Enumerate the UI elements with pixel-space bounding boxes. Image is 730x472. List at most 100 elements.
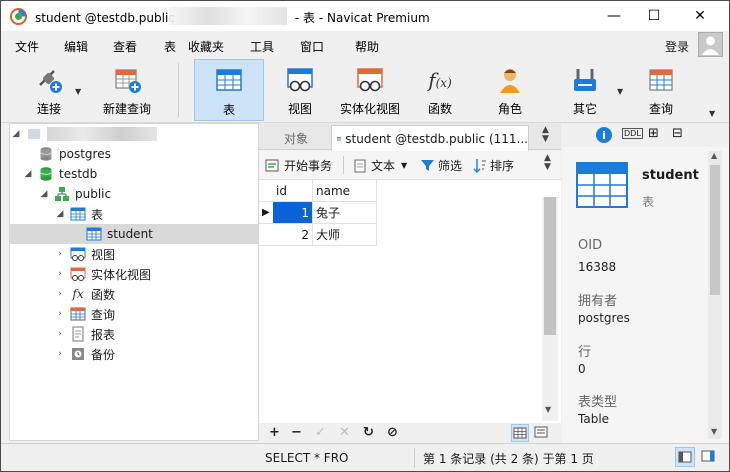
- relations-icon[interactable]: ⊟: [672, 126, 683, 141]
- maximize-button[interactable]: ☐: [631, 1, 677, 31]
- materialized-view-button[interactable]: 实体化视图: [335, 59, 405, 121]
- connect-button[interactable]: 连接: [23, 59, 75, 121]
- column-header-name[interactable]: name: [313, 180, 377, 202]
- menu-tools[interactable]: 工具: [250, 38, 274, 55]
- scroll-down-icon[interactable]: ▼: [711, 427, 717, 436]
- tree-folder-queries[interactable]: › 查询: [10, 304, 258, 324]
- table-cell-name[interactable]: 大师: [313, 224, 377, 246]
- query-button[interactable]: 查询: [635, 59, 687, 121]
- info-icon[interactable]: i: [596, 127, 612, 143]
- tree-connection[interactable]: ◢: [10, 124, 258, 144]
- expand-icon[interactable]: ›: [54, 249, 66, 259]
- layout-left-button[interactable]: [675, 447, 695, 467]
- tree-folder-views[interactable]: › 视图: [10, 244, 258, 264]
- toolbar-overflow-icon[interactable]: ▼: [709, 109, 715, 118]
- tree-table-student[interactable]: student: [10, 224, 258, 244]
- tree-folder-tables[interactable]: ◢ 表: [10, 204, 258, 224]
- scroll-down-icon[interactable]: ▼: [545, 405, 551, 414]
- refresh-button[interactable]: ↻: [363, 425, 374, 440]
- tree-folder-backups[interactable]: › 备份: [10, 344, 258, 364]
- menu-file[interactable]: 文件: [15, 38, 39, 55]
- query-icon: [70, 306, 86, 322]
- layout-right-button[interactable]: [699, 447, 719, 467]
- query-label: 查询: [648, 102, 673, 116]
- view-button[interactable]: 视图: [273, 59, 327, 121]
- materialized-view-icon: [70, 266, 86, 282]
- role-button[interactable]: 角色: [485, 59, 535, 121]
- info-panel-scrollbar[interactable]: ▲ ▼: [708, 151, 722, 439]
- collapse-icon[interactable]: ◢: [10, 129, 22, 139]
- expand-icon[interactable]: ›: [54, 309, 66, 319]
- menu-view[interactable]: 查看: [113, 38, 137, 55]
- scrollbar-thumb[interactable]: [544, 197, 556, 335]
- function-button[interactable]: f(x) 函数: [415, 59, 465, 121]
- stop-button[interactable]: ⊘: [387, 425, 398, 440]
- table-icon: [86, 226, 102, 242]
- discard-changes-button[interactable]: ✕: [339, 425, 350, 440]
- table-icon: [70, 206, 86, 222]
- column-header-id[interactable]: id: [273, 180, 313, 202]
- other-button[interactable]: 其它: [559, 59, 611, 121]
- avatar[interactable]: [698, 32, 723, 57]
- table-button[interactable]: 表: [194, 59, 264, 121]
- collapse-icon[interactable]: ◢: [22, 169, 34, 179]
- delete-record-button[interactable]: −: [291, 425, 302, 440]
- form-view-button[interactable]: [533, 424, 551, 442]
- view-icon: [287, 68, 313, 92]
- expand-icon[interactable]: ›: [54, 289, 66, 299]
- expand-icon[interactable]: ›: [54, 349, 66, 359]
- collapse-icon[interactable]: ◢: [54, 209, 66, 219]
- tab-student-table[interactable]: student @testdb.public (111...: [331, 125, 529, 151]
- text-label: 文本: [371, 159, 396, 173]
- new-query-button[interactable]: 新建查询: [97, 59, 157, 121]
- tree-folder-materialized-views[interactable]: › 实体化视图: [10, 264, 258, 284]
- report-icon: [70, 326, 86, 342]
- grid-view-button[interactable]: [511, 424, 529, 442]
- menu-table[interactable]: 表: [164, 38, 176, 55]
- er-diagram-icon[interactable]: ⊞: [648, 126, 659, 141]
- function-label: 函数: [427, 102, 452, 116]
- other-dropdown-icon[interactable]: ▼: [617, 87, 623, 96]
- begin-transaction-button[interactable]: 开始事务: [265, 157, 332, 174]
- toolbar-scroll-arrows[interactable]: ▲ ▼: [544, 154, 551, 172]
- collapse-icon[interactable]: ◢: [38, 189, 50, 199]
- data-grid: id name ▶ 1 兔子 2 大师: [259, 179, 561, 423]
- tree-db-postgres[interactable]: postgres: [10, 144, 258, 164]
- close-button[interactable]: ✕: [677, 1, 723, 31]
- menu-edit[interactable]: 编辑: [64, 38, 88, 55]
- connect-dropdown-icon[interactable]: ▼: [75, 87, 81, 96]
- function-icon: f(x): [428, 68, 452, 92]
- menu-favorites[interactable]: 收藏夹: [188, 38, 224, 55]
- tree-schema-public[interactable]: ◢ public: [10, 184, 258, 204]
- user-role-icon: [500, 69, 520, 93]
- other-label: 其它: [572, 102, 597, 116]
- tree-label: testdb: [59, 167, 98, 181]
- tree-db-testdb[interactable]: ◢ testdb: [10, 164, 258, 184]
- grid-vertical-scrollbar[interactable]: ▼: [542, 197, 558, 421]
- table-cell-id[interactable]: 2: [273, 224, 313, 246]
- tab-objects[interactable]: 对象: [263, 126, 329, 150]
- query-icon: [649, 69, 673, 91]
- expand-icon[interactable]: ›: [54, 269, 66, 279]
- table-cell-id[interactable]: 1: [273, 202, 313, 224]
- ddl-icon[interactable]: DDL: [622, 128, 643, 139]
- tab-scroll-arrows[interactable]: ▲ ▼: [542, 126, 549, 144]
- add-record-button[interactable]: +: [269, 425, 280, 440]
- expand-icon[interactable]: ›: [54, 329, 66, 339]
- table-cell-name[interactable]: 兔子: [313, 202, 377, 224]
- scrollbar-thumb[interactable]: [710, 165, 720, 295]
- scroll-up-icon[interactable]: ▲: [711, 151, 717, 160]
- sort-icon: [473, 159, 486, 173]
- tree-folder-reports[interactable]: › 报表: [10, 324, 258, 344]
- menu-window[interactable]: 窗口: [300, 38, 324, 55]
- apply-changes-button[interactable]: ✓: [315, 425, 326, 440]
- connect-label: 连接: [36, 102, 61, 116]
- filter-button[interactable]: 筛选: [420, 157, 462, 174]
- menu-help[interactable]: 帮助: [355, 38, 379, 55]
- title-redacted: [169, 7, 287, 25]
- tools-icon: [574, 69, 596, 91]
- sort-button[interactable]: 排序: [473, 157, 514, 174]
- tree-folder-functions[interactable]: › fx 函数: [10, 284, 258, 304]
- login-link[interactable]: 登录: [665, 38, 689, 55]
- text-button[interactable]: 文本 ▼: [353, 157, 407, 174]
